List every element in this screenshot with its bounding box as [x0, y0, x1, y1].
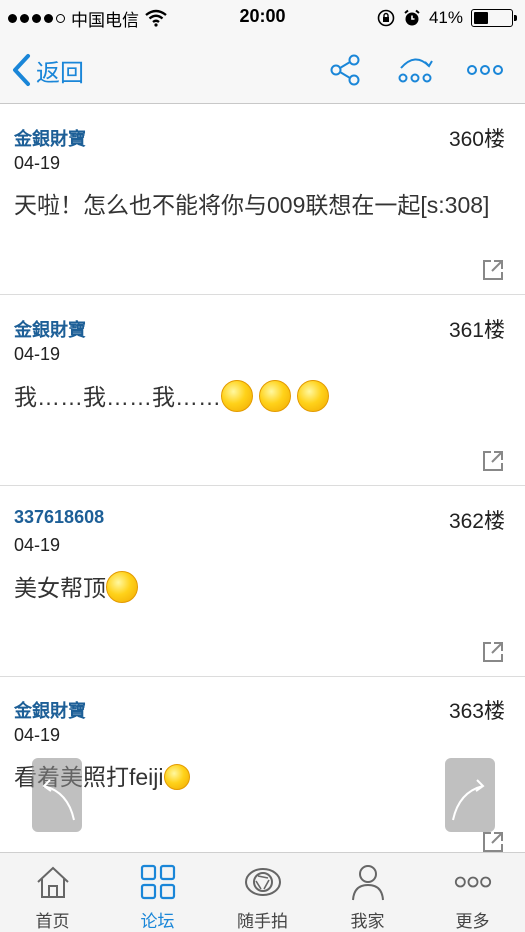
- open-external-icon[interactable]: [481, 830, 505, 854]
- more-icon[interactable]: [465, 50, 505, 90]
- post-text: 我……我……我……: [14, 384, 221, 410]
- post-author[interactable]: 金銀財寶: [14, 316, 86, 342]
- forum-grid-icon: [139, 863, 177, 901]
- tab-label: 我家: [350, 912, 385, 931]
- nav-bar: 返回: [0, 36, 525, 104]
- status-right: 41%: [377, 7, 517, 29]
- post-content: 美女帮顶: [14, 571, 509, 604]
- tab-label: 更多: [455, 912, 490, 931]
- post-date: 04-19: [14, 153, 61, 173]
- open-external-icon[interactable]: [481, 449, 505, 473]
- post-floor: 362楼: [448, 510, 505, 533]
- post-floor: 361楼: [448, 319, 505, 342]
- orientation-lock-icon: [377, 9, 395, 27]
- open-external-icon[interactable]: [481, 640, 505, 664]
- share-icon[interactable]: [325, 50, 365, 90]
- battery-percent: 41%: [428, 8, 463, 27]
- tab-bar: 首页 论坛 随手拍 我家 更多: [0, 852, 525, 932]
- tab-label: 随手拍: [237, 912, 288, 931]
- tab-label: 论坛: [140, 912, 175, 931]
- sleepy-emoji-icon: [221, 380, 253, 412]
- tab-more[interactable]: 更多: [420, 853, 525, 932]
- arrow-back-icon: [42, 779, 75, 821]
- arrow-forward-icon: [452, 779, 485, 821]
- post-content: 看着美照打feiji: [14, 761, 509, 793]
- smile-emoji-icon: [163, 764, 190, 790]
- sleepy-emoji-icon: [259, 380, 291, 412]
- sleepy-emoji-icon: [297, 380, 329, 412]
- nav-actions: [325, 50, 505, 90]
- post-item: 金銀財寶 360楼 04-19 天啦！怎么也不能将你与009联想在一起[s:30…: [0, 105, 525, 295]
- battery-icon: [471, 9, 517, 27]
- post-author[interactable]: 金銀財寶: [14, 125, 86, 151]
- post-item: 337618608 362楼 04-19 美女帮顶: [0, 487, 525, 677]
- post-item: 金銀財寶 361楼 04-19 我……我……我……: [0, 296, 525, 486]
- post-floor: 360楼: [448, 128, 505, 151]
- thumbs-up-emoji-icon: [106, 571, 138, 603]
- camera-aperture-icon: [244, 863, 282, 901]
- more-icon: [454, 863, 492, 901]
- tab-home[interactable]: 首页: [0, 853, 105, 932]
- tab-label: 首页: [35, 912, 70, 931]
- reply-refresh-icon[interactable]: [395, 50, 435, 90]
- back-label: 返回: [36, 59, 84, 87]
- chevron-left-icon: [13, 54, 30, 86]
- post-content: 我……我……我……: [14, 380, 509, 413]
- person-icon: [349, 863, 387, 901]
- tab-forum[interactable]: 论坛: [105, 853, 210, 932]
- post-date: 04-19: [14, 725, 61, 745]
- back-button[interactable]: 返回: [10, 50, 84, 90]
- post-author[interactable]: 337618608: [14, 507, 104, 528]
- alarm-icon: [404, 9, 420, 26]
- post-text: 美女帮顶: [14, 575, 106, 601]
- status-bar: 中国电信 20:00 41%: [0, 0, 525, 36]
- open-external-icon[interactable]: [481, 258, 505, 282]
- post-floor: 363楼: [448, 700, 505, 723]
- post-author[interactable]: 金銀財寶: [14, 697, 86, 723]
- previous-page-button[interactable]: [32, 758, 82, 832]
- tab-snapshot[interactable]: 随手拍: [210, 853, 315, 932]
- tab-my-home[interactable]: 我家: [315, 853, 420, 932]
- post-date: 04-19: [14, 344, 61, 364]
- home-icon: [34, 863, 72, 901]
- post-content: 天啦！怎么也不能将你与009联想在一起[s:308]: [14, 192, 490, 218]
- post-date: 04-19: [14, 535, 61, 555]
- next-page-button[interactable]: [445, 758, 495, 832]
